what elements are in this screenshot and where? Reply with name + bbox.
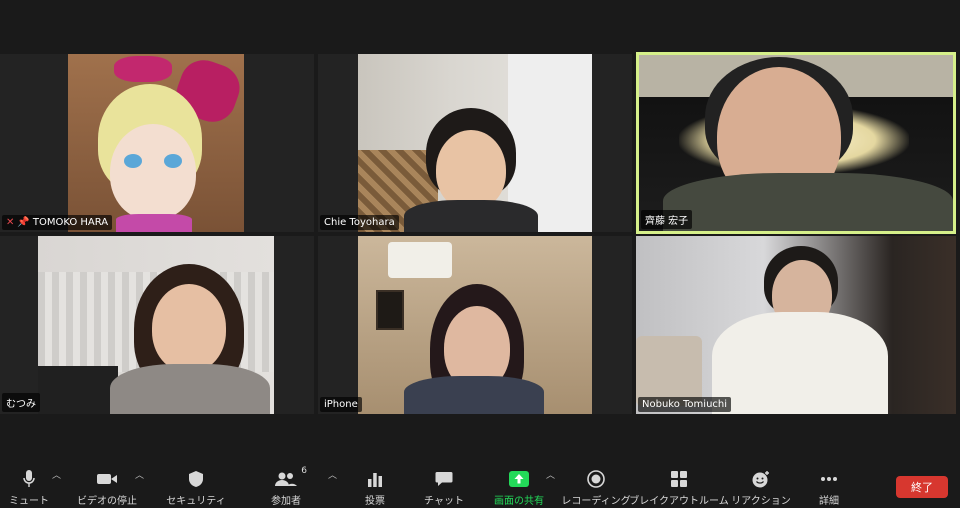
stop-video-button[interactable]: ビデオの停止 <box>76 468 138 508</box>
name-label: 齊藤 宏子 <box>641 210 693 229</box>
video-tile-active-speaker[interactable]: 齊藤 宏子 <box>636 52 956 234</box>
reactions-button[interactable]: リアクション <box>731 468 791 508</box>
record-icon <box>587 468 605 490</box>
breakout-rooms-icon <box>670 468 688 490</box>
share-screen-icon <box>509 468 529 490</box>
participant-video <box>639 55 953 231</box>
polls-button[interactable]: 投票 <box>360 468 390 508</box>
video-tile-chie-toyohara[interactable]: Chie Toyohara <box>318 54 632 232</box>
share-screen-button[interactable]: 画面の共有 <box>490 468 548 508</box>
microphone-icon <box>22 468 36 490</box>
video-tile-tomoko-hara[interactable]: ✕ 📌 TOMOKO HARA <box>0 54 314 232</box>
name-label: ✕ 📌 TOMOKO HARA <box>2 215 113 230</box>
chat-button[interactable]: チャット <box>424 468 464 508</box>
participant-count: 6 <box>301 466 307 476</box>
mute-options-caret[interactable]: ︿ <box>52 468 61 481</box>
end-meeting-button[interactable]: 終了 <box>896 476 948 498</box>
chat-bubble-icon <box>435 468 453 490</box>
name-label: むつみ <box>2 393 40 412</box>
participant-video <box>38 236 274 414</box>
shield-icon <box>188 468 204 490</box>
name-label: iPhone <box>320 397 362 412</box>
muted-mic-icon: ✕ <box>6 217 15 228</box>
record-button[interactable]: レコーディング <box>561 468 631 508</box>
participants-options-caret[interactable]: ︿ <box>328 468 337 481</box>
name-label: Chie Toyohara <box>320 215 399 230</box>
smiley-plus-icon <box>751 468 771 490</box>
video-camera-icon <box>96 468 118 490</box>
bar-chart-icon <box>367 468 383 490</box>
video-grid: ✕ 📌 TOMOKO HARA Chie Toyohara 齊藤 宏子 むつみ … <box>0 0 960 460</box>
pin-icon: 📌 <box>17 217 30 228</box>
ellipsis-icon <box>820 468 838 490</box>
video-tile-iphone[interactable]: iPhone <box>318 236 632 414</box>
video-tile-nobuko-tomiuchi[interactable]: Nobuko Tomiuchi <box>636 236 956 414</box>
share-options-caret[interactable]: ︿ <box>546 468 555 481</box>
video-options-caret[interactable]: ︿ <box>135 468 144 481</box>
participants-icon: 6 <box>275 466 307 490</box>
participant-video <box>68 54 244 232</box>
more-button[interactable]: 詳細 <box>812 468 846 508</box>
name-label: Nobuko Tomiuchi <box>638 397 732 412</box>
security-button[interactable]: セキュリティ <box>166 468 226 508</box>
participants-button[interactable]: 6 参加者 <box>264 466 308 508</box>
participant-video <box>358 236 592 414</box>
mute-button[interactable]: ミュート <box>8 468 50 508</box>
breakout-rooms-button[interactable]: ブレイクアウトルーム <box>629 468 729 508</box>
doll-bow <box>114 56 172 82</box>
video-tile-mutsumi[interactable]: むつみ <box>0 236 314 414</box>
meeting-toolbar: ミュート ︿ ビデオの停止 ︿ セキュリティ 6 参加者 ︿ 投票 チャット 画… <box>0 460 960 508</box>
participant-video <box>358 54 592 232</box>
participant-video <box>636 236 956 414</box>
